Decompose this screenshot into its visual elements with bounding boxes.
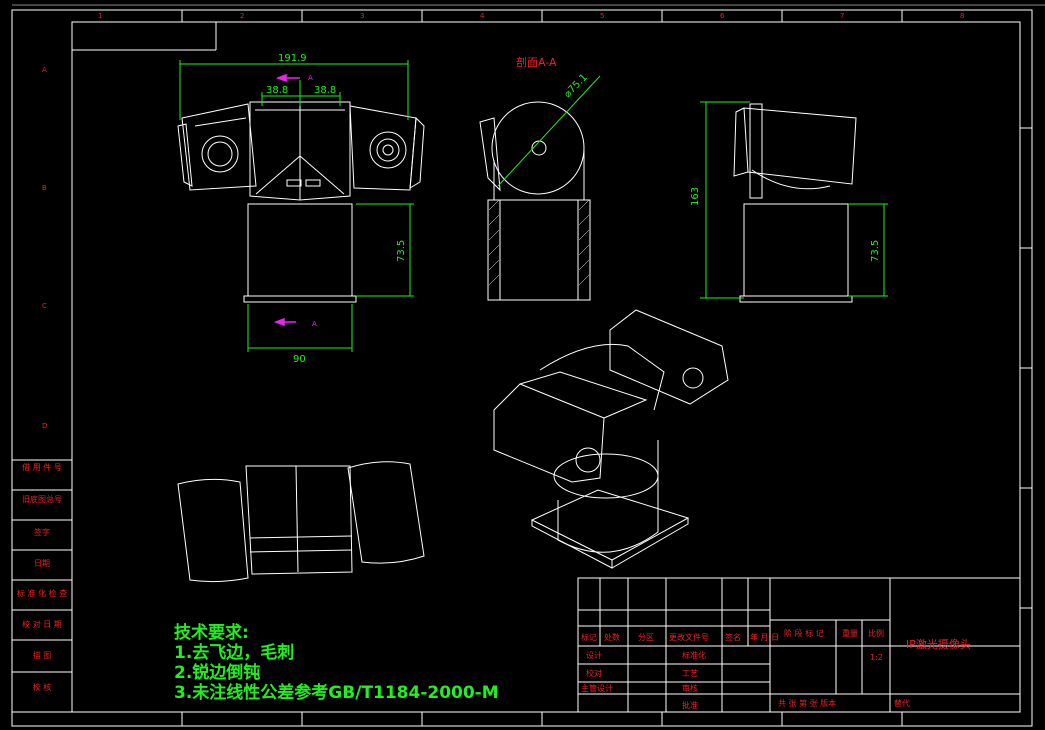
zone-row-b: B xyxy=(42,184,47,192)
zone-col-3: 3 xyxy=(360,12,364,20)
tb-cell: 更改文件号 xyxy=(669,632,709,642)
front-view-dims xyxy=(179,60,414,352)
dim-section-dia: ⌀75.1 xyxy=(562,72,590,100)
front-view xyxy=(177,101,425,303)
section-view xyxy=(479,101,591,301)
left-col-label: 旧底图总号 xyxy=(22,494,62,504)
tb-cell: 批准 xyxy=(682,700,698,710)
dim-half-right: 38.8 xyxy=(314,85,336,96)
tech-note-line: 1.去飞边，毛刺 xyxy=(174,642,294,663)
dim-base-height: 73.5 xyxy=(396,240,407,262)
cad-drawing: 1 2 3 4 5 6 7 8 A B C D 借 用 件 号 旧底图总号 签字… xyxy=(11,4,1045,727)
left-col-label: 校 核 xyxy=(33,682,52,692)
tb-cell: 校对 xyxy=(586,668,602,678)
tb-product-name: IP激光摄像头 xyxy=(906,637,971,651)
tb-cell: 替代 xyxy=(894,698,910,708)
tb-cell: 工艺 xyxy=(682,669,698,678)
tb-cell: 签名 xyxy=(725,632,741,642)
tb-cell: 比例 xyxy=(868,628,884,638)
zone-row-d: D xyxy=(42,422,47,430)
side-dim-labels: 163 73.5 xyxy=(690,187,881,262)
left-col-label: 描 图 xyxy=(33,650,52,660)
front-dim-labels: 191.9 38.8 38.8 90 73.5 xyxy=(266,53,407,365)
section-marker-bottom: A xyxy=(312,320,317,328)
left-col-label: 签字 xyxy=(34,527,50,537)
tb-cell: 审核 xyxy=(682,683,698,693)
title-block-text: 标记 处数 分区 更改文件号 签名 年 月 日 设计 标准化 校对 工艺 主管设… xyxy=(581,628,971,710)
zone-col-2: 2 xyxy=(240,12,244,20)
dim-overall-width: 191.9 xyxy=(278,53,307,64)
left-col-label: 借 用 件 号 xyxy=(22,462,62,472)
left-column-labels: 借 用 件 号 旧底图总号 签字 日期 标 准 化 检 查 校 对 日 期 描 … xyxy=(17,462,67,692)
tech-note-line: 2.锐边倒钝 xyxy=(174,662,260,683)
section-title: 剖面A-A xyxy=(516,55,557,69)
zone-col-1: 1 xyxy=(98,12,102,20)
zone-ticks xyxy=(181,10,1032,726)
dim-half-left: 38.8 xyxy=(266,85,288,96)
zone-col-7: 7 xyxy=(840,12,844,20)
tb-cell: 设计 xyxy=(586,650,602,660)
section-marker-top: A xyxy=(308,74,313,82)
side-view-dims xyxy=(700,101,888,299)
tb-cell: 处数 xyxy=(604,632,620,642)
zone-col-5: 5 xyxy=(600,12,604,20)
dim-side-height: 163 xyxy=(690,187,701,206)
left-col-label: 日期 xyxy=(34,559,50,568)
zone-col-6: 6 xyxy=(720,12,725,20)
tb-cell: 分区 xyxy=(638,633,654,642)
side-view xyxy=(733,103,857,303)
zone-row-c: C xyxy=(42,302,47,310)
exploded-view xyxy=(177,461,425,583)
zone-row-a: A xyxy=(42,66,47,74)
dim-side-base-height: 73.5 xyxy=(870,240,881,262)
zone-col-8: 8 xyxy=(960,12,964,20)
zone-col-4: 4 xyxy=(480,12,485,20)
tb-cell: 标记 xyxy=(581,632,597,642)
tb-cell: 主管设计 xyxy=(581,683,613,693)
tb-cell: 标准化 xyxy=(682,650,706,660)
isometric-view xyxy=(493,309,729,569)
section-hatch xyxy=(488,199,590,286)
tb-cell: 年 月 日 xyxy=(750,632,779,642)
tb-cell: 重量 xyxy=(842,628,858,638)
left-col-label: 校 对 日 期 xyxy=(22,619,62,629)
dim-base-width: 90 xyxy=(293,354,306,365)
section-marker-labels: A A xyxy=(308,74,317,328)
tech-notes-title: 技术要求: xyxy=(174,622,249,643)
tb-scale: 1:2 xyxy=(870,653,883,662)
section-dims xyxy=(497,75,601,187)
tb-cell: 阶 段 标 记 xyxy=(784,628,824,638)
tb-cell: 共 张 第 张 版本 xyxy=(778,698,836,708)
tech-notes: 技术要求: 1.去飞边，毛刺 2.锐边倒钝 3.未注线性公差参考GB/T1184… xyxy=(174,622,499,703)
left-col-label: 标 准 化 检 查 xyxy=(17,588,67,598)
tech-note-line: 3.未注线性公差参考GB/T1184-2000-M xyxy=(174,682,499,703)
